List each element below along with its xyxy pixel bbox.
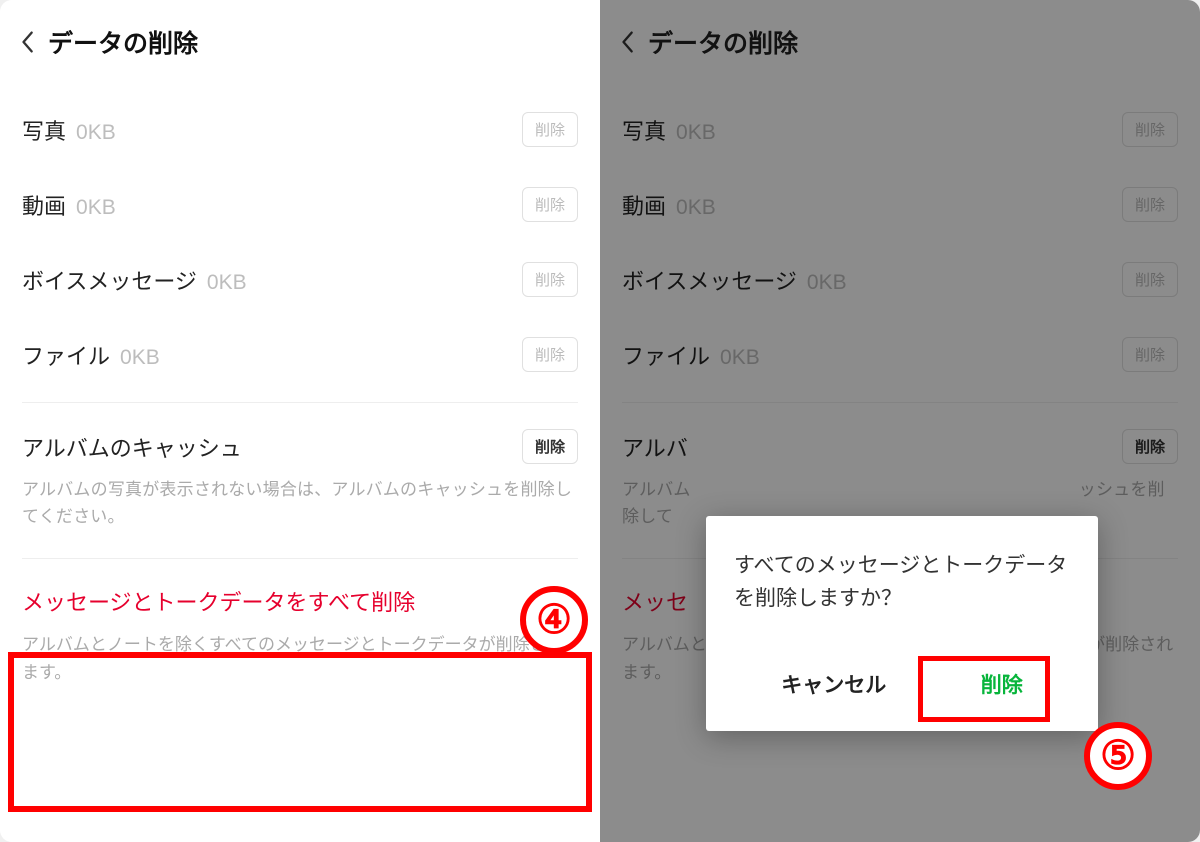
row-label: ボイスメッセージ xyxy=(22,264,197,296)
screen-delete-data-left: データの削除 写真 0KB 削除 動画 0KB 削除 ボイスメッセージ xyxy=(0,0,600,842)
row-size: 0KB xyxy=(207,271,247,295)
section-title: アルバムのキャッシュ xyxy=(22,431,242,463)
data-list: 写真 0KB 削除 動画 0KB 削除 ボイスメッセージ 0KB 削除 xyxy=(0,78,600,392)
back-icon[interactable] xyxy=(20,30,34,54)
danger-desc: アルバムとノートを除くすべてのメッセージとトークデータが削除されます。 xyxy=(22,631,578,685)
row-size: 0KB xyxy=(76,196,116,220)
screen-delete-data-right: データの削除 写真 0KB 削除 動画 0KB 削除 ボイスメッセージ xyxy=(600,0,1200,842)
row-files[interactable]: ファイル 0KB 削除 xyxy=(0,317,600,392)
dialog-message: すべてのメッセージとトークデータを削除しますか？ xyxy=(734,550,1070,615)
row-size: 0KB xyxy=(120,346,160,370)
row-videos[interactable]: 動画 0KB 削除 xyxy=(0,167,600,242)
confirm-dialog: すべてのメッセージとトークデータを削除しますか？ キャンセル 削除 xyxy=(706,516,1098,731)
delete-button[interactable]: 削除 xyxy=(522,429,578,464)
section-delete-all[interactable]: メッセージとトークデータをすべて削除 アルバムとノートを除くすべてのメッセージと… xyxy=(0,563,600,711)
divider xyxy=(22,558,578,559)
delete-button[interactable]: 削除 xyxy=(522,337,578,372)
row-label: ファイル xyxy=(22,339,110,371)
danger-title: メッセージとトークデータをすべて削除 xyxy=(22,585,578,617)
header: データの削除 xyxy=(0,0,600,78)
row-photos[interactable]: 写真 0KB 削除 xyxy=(0,92,600,167)
confirm-delete-button[interactable]: 削除 xyxy=(963,661,1041,707)
delete-button[interactable]: 削除 xyxy=(522,112,578,147)
row-label: 写真 xyxy=(22,114,66,146)
page-title: データの削除 xyxy=(48,24,198,60)
cancel-button[interactable]: キャンセル xyxy=(763,661,904,707)
divider xyxy=(22,402,578,403)
row-label: 動画 xyxy=(22,189,66,221)
section-desc: アルバムの写真が表示されない場合は、アルバムのキャッシュを削除してください。 xyxy=(22,476,578,530)
delete-button[interactable]: 削除 xyxy=(522,187,578,222)
row-voice[interactable]: ボイスメッセージ 0KB 削除 xyxy=(0,242,600,317)
dialog-actions: キャンセル 削除 xyxy=(734,649,1070,721)
delete-button[interactable]: 削除 xyxy=(522,262,578,297)
row-size: 0KB xyxy=(76,121,116,145)
section-album-cache: アルバムのキャッシュ 削除 アルバムの写真が表示されない場合は、アルバムのキャッ… xyxy=(0,407,600,544)
